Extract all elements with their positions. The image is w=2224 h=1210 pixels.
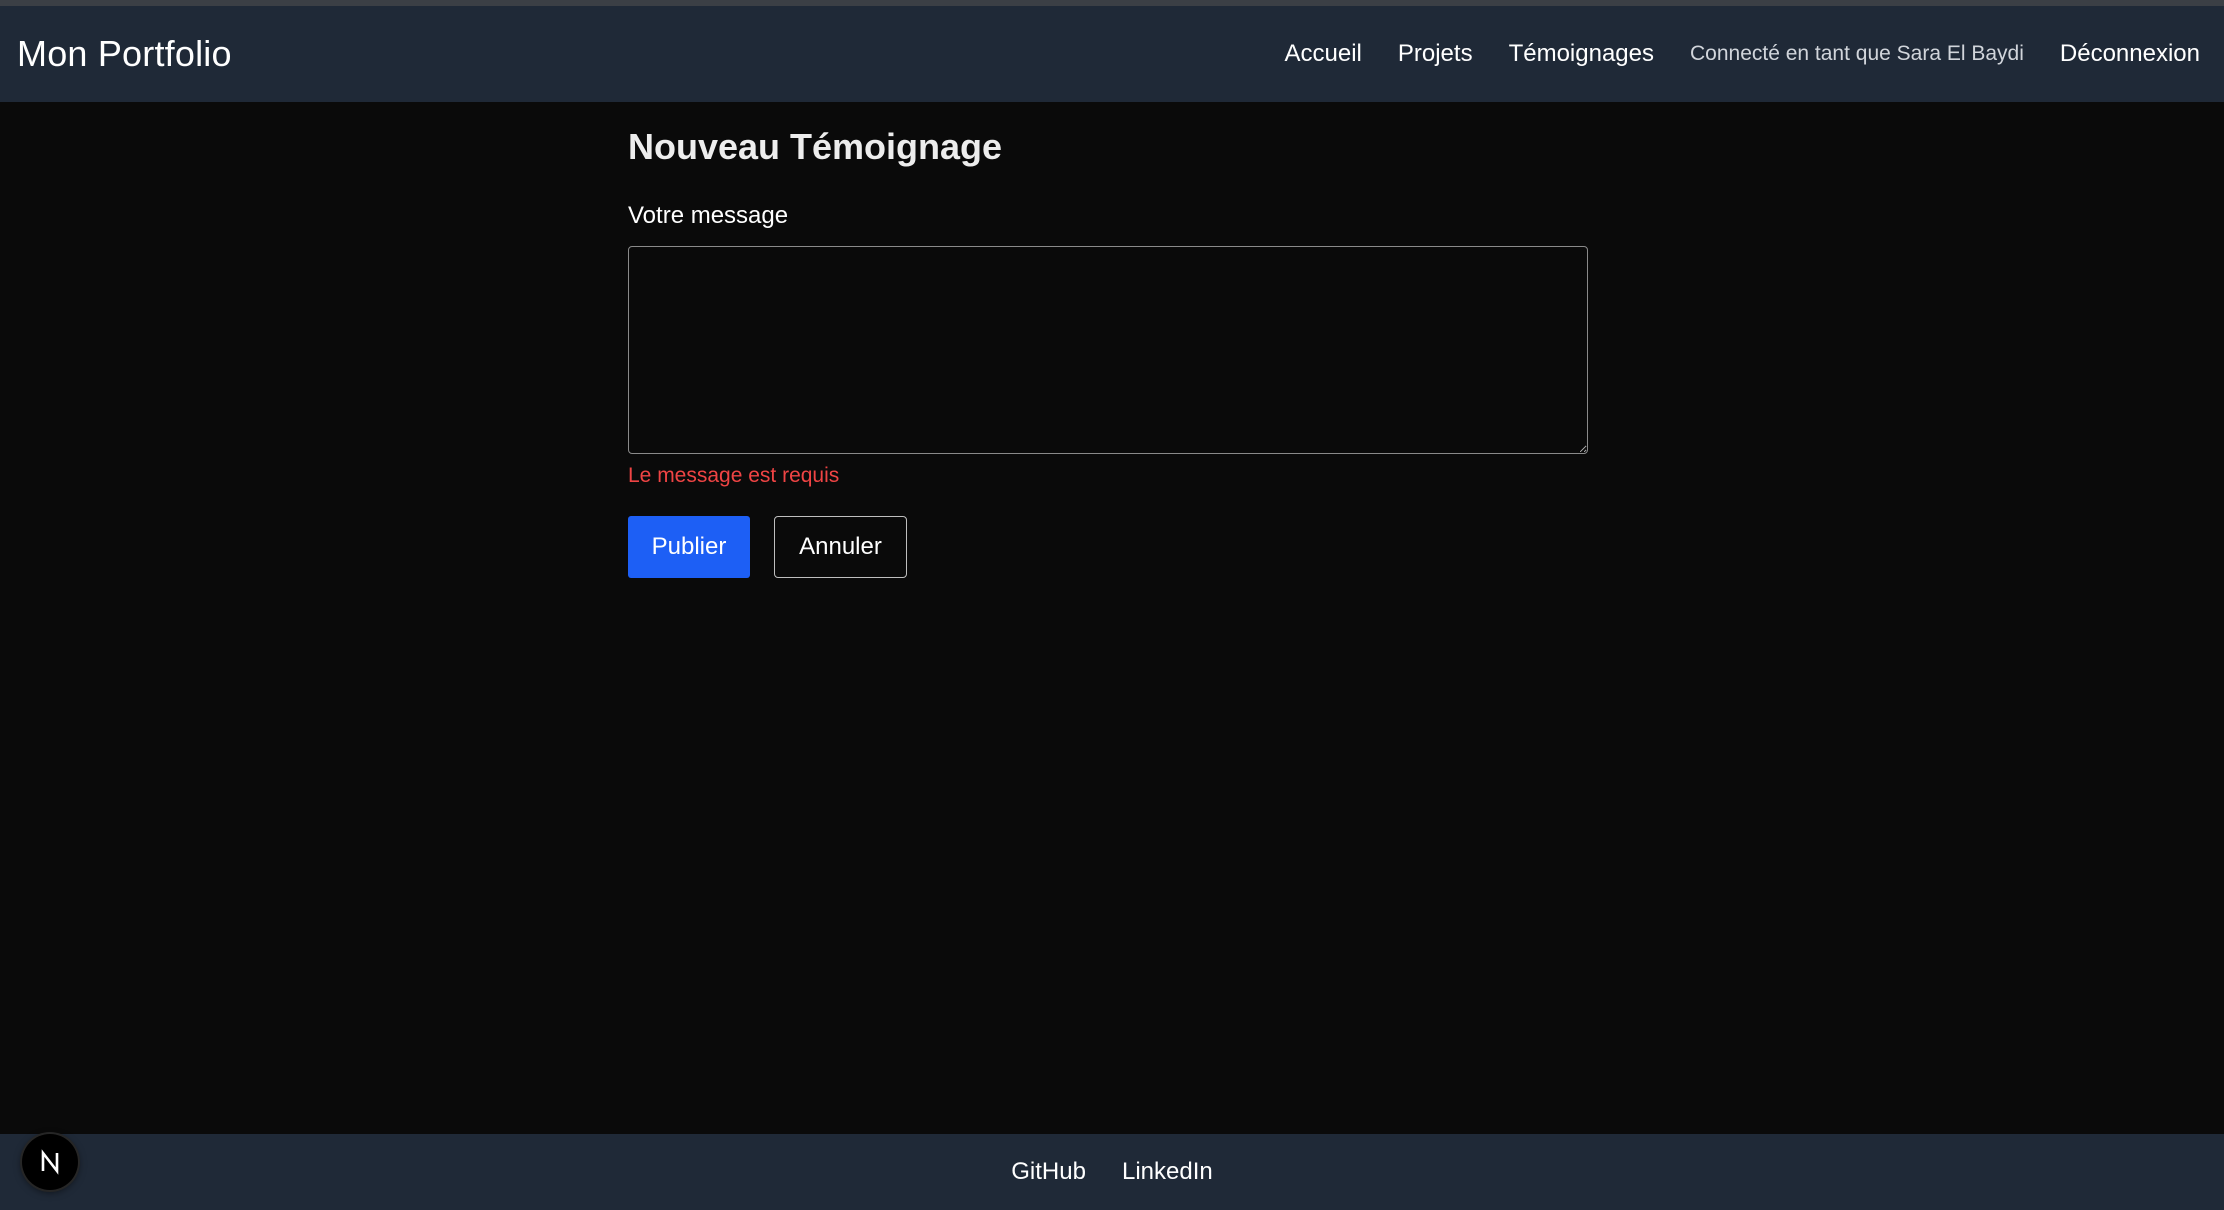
footer: GitHub LinkedIn [0, 1134, 2224, 1210]
github-link[interactable]: GitHub [1011, 1158, 1086, 1186]
logout-link[interactable]: Déconnexion [2060, 40, 2200, 68]
user-status: Connecté en tant que Sara El Baydi [1690, 42, 2024, 65]
publish-button[interactable]: Publier [628, 516, 750, 578]
nextjs-logo-icon [41, 1149, 59, 1175]
message-label: Votre message [628, 202, 789, 229]
cancel-button[interactable]: Annuler [774, 516, 907, 578]
message-textarea[interactable] [628, 246, 1588, 454]
error-message: Le message est requis [628, 464, 840, 487]
nav-link-accueil[interactable]: Accueil [1285, 40, 1362, 68]
page-title: Nouveau Témoignage [628, 126, 1003, 167]
nav-link-temoignages[interactable]: Témoignages [1509, 40, 1654, 68]
navbar: Mon Portfolio Accueil Projets Témoignage… [0, 6, 2224, 102]
nav-links: Accueil Projets Témoignages Connecté en … [1249, 40, 2201, 68]
nextjs-dev-indicator[interactable] [22, 1134, 78, 1190]
brand-link[interactable]: Mon Portfolio [17, 33, 232, 75]
nav-link-projets[interactable]: Projets [1398, 40, 1473, 68]
linkedin-link[interactable]: LinkedIn [1122, 1158, 1213, 1186]
